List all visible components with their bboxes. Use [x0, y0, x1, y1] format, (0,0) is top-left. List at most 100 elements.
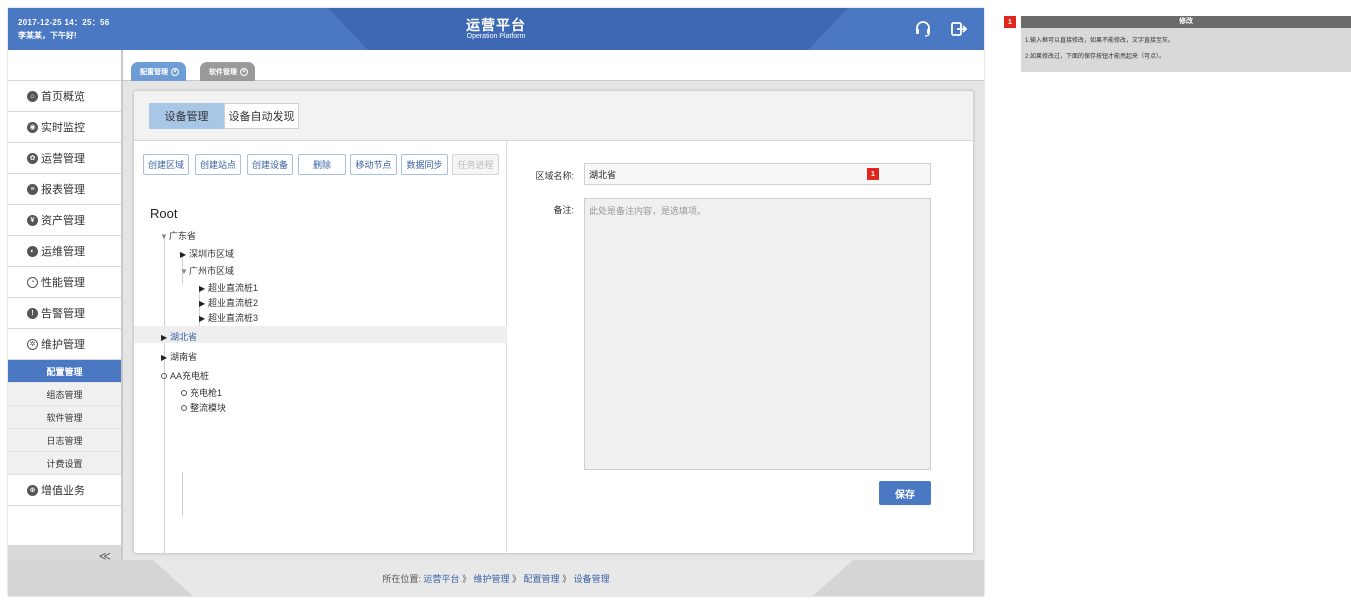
tree-guide-line	[164, 236, 165, 553]
delete-button[interactable]: 删除	[298, 154, 346, 175]
tree-node-label: AA充电桩	[170, 371, 210, 381]
sidebar-item-label: 资产管理	[41, 215, 85, 227]
tree-node[interactable]: ▶ 超业直流桩1	[199, 281, 258, 294]
page-tab-label: 配置管理	[140, 68, 168, 76]
annotation-badge: 1	[1004, 16, 1016, 28]
tree-node[interactable]: ▶ 湖南省	[161, 350, 197, 363]
tree-node-label: 广州市区域	[189, 266, 235, 276]
sidebar-item-label: 性能管理	[41, 277, 85, 289]
sidebar-item-upkeep[interactable]: ✲ 维护管理	[8, 329, 121, 360]
tree-node[interactable]: ▼广东省	[160, 229, 196, 242]
close-icon[interactable]: ×	[240, 67, 248, 76]
subnav-logs[interactable]: 日志管理	[8, 429, 121, 452]
tree-node[interactable]: ▶ 深圳市区域	[180, 247, 234, 260]
collapsed-arrow-icon: ▶	[180, 250, 187, 259]
annotation-note: 修改 1.输入框可以直接修改，如果不能修改，文字直接至灰。 2.如果修改过，下面…	[1021, 16, 1351, 72]
tree-node[interactable]: 整流模块	[181, 401, 226, 414]
page-tab-label: 软件管理	[209, 68, 237, 76]
value-added-icon: ⊕	[27, 484, 38, 496]
tree-node-label: 充电枪1	[190, 388, 223, 398]
collapsed-arrow-icon: ▶	[199, 284, 206, 293]
tree-node-selected[interactable]: ▶ 湖北省	[161, 330, 197, 343]
footer-bar: 所在位置: 运营平台 》 维护管理 》 配置管理 》 设备管理	[8, 560, 984, 596]
tree-node[interactable]: ▶ 超业直流桩3	[199, 311, 258, 324]
sidebar-item-alerts[interactable]: ! 告警管理	[8, 298, 121, 329]
save-button[interactable]: 保存	[879, 481, 931, 505]
sidebar-item-operations[interactable]: ✿ 运营管理	[8, 143, 121, 174]
create-region-button[interactable]: 创建区域	[143, 154, 189, 175]
sub-tab-bar: 设备管理 设备自动发现	[134, 91, 973, 141]
sidebar-item-label: 告警管理	[41, 308, 85, 320]
asset-icon: ¥	[27, 214, 38, 226]
close-icon[interactable]: ×	[171, 67, 179, 76]
breadcrumb-separator: 》	[512, 574, 522, 584]
breadcrumb-link[interactable]: 配置管理	[524, 574, 560, 584]
tree-node-label: 超业直流桩1	[208, 283, 259, 293]
sidebar-item-label: 报表管理	[41, 184, 85, 196]
sidebar-item-monitor[interactable]: ◉ 实时监控	[8, 112, 121, 143]
tree-node-label: 广东省	[169, 231, 197, 241]
monitor-icon: ◉	[27, 121, 38, 133]
tree-column: 创建区域 创建站点 创建设备 删除 移动节点 数据同步 任务进程 Root ▼广…	[134, 142, 507, 553]
sidebar-item-value-added[interactable]: ⊕ 增值业务	[8, 475, 121, 506]
tree-node-label: 深圳市区域	[189, 249, 235, 259]
breadcrumb-link[interactable]: 运营平台	[423, 574, 459, 584]
expanded-arrow-icon: ▼	[180, 267, 188, 276]
page-tab-strip: 配置管理 × 软件管理 ×	[123, 50, 984, 81]
task-progress-button[interactable]: 任务进程	[452, 154, 499, 175]
data-sync-button[interactable]: 数据同步	[401, 154, 448, 175]
subnav-billing[interactable]: 计费设置	[8, 452, 121, 475]
tree-node[interactable]: ▼广州市区域	[180, 264, 234, 277]
headset-icon[interactable]	[914, 20, 932, 38]
annotation-line: 2.如果修改过，下面的保存按钮才能亮起来（可点）。	[1025, 54, 1166, 60]
collapsed-arrow-icon: ▶	[199, 299, 206, 308]
expanded-arrow-icon: ▼	[160, 232, 168, 241]
breadcrumb-link[interactable]: 设备管理	[574, 574, 610, 584]
sidebar-item-label: 实时监控	[41, 122, 85, 134]
breadcrumb-separator: 》	[461, 574, 471, 584]
breadcrumb-link[interactable]: 维护管理	[473, 574, 509, 584]
tab-device-discovery[interactable]: 设备自动发现	[224, 103, 299, 129]
logout-icon[interactable]	[950, 20, 968, 38]
alert-icon: !	[27, 307, 38, 319]
sidebar-item-home[interactable]: ⌂ 首页概览	[8, 81, 121, 112]
sidebar-item-reports[interactable]: ≡ 报表管理	[8, 174, 121, 205]
tree-node-label: 整流模块	[190, 403, 227, 413]
page-tab-config[interactable]: 配置管理 ×	[131, 62, 186, 81]
home-icon: ⌂	[27, 90, 38, 102]
tree-root[interactable]: Root	[150, 206, 177, 221]
tree-node-label: 超业直流桩2	[208, 298, 259, 308]
tree-node[interactable]: AA充电桩	[161, 369, 209, 382]
breadcrumb-separator: 》	[562, 574, 572, 584]
tab-device-management[interactable]: 设备管理	[149, 103, 224, 129]
create-device-button[interactable]: 创建设备	[247, 154, 293, 175]
sidebar-item-assets[interactable]: ¥ 资产管理	[8, 205, 121, 236]
sidebar-item-maintenance-ops[interactable]: ◐ 运维管理	[8, 236, 121, 267]
breadcrumb: 所在位置: 运营平台 》 维护管理 》 配置管理 》 设备管理	[8, 572, 984, 585]
leaf-circle-icon	[181, 390, 187, 396]
app-window: 2017-12-25 14：25：56 李某某，下午好! 运营平台 Operat…	[8, 8, 984, 596]
region-name-label: 区域名称:	[535, 171, 574, 181]
collapsed-arrow-icon: ▶	[161, 333, 168, 342]
detail-form: 区域名称: 湖北省 1 备注: 此处是备注内容，是选填项。 保存	[508, 142, 973, 553]
tree-node-label: 湖北省	[170, 332, 198, 342]
sidebar-item-label: 增值业务	[41, 485, 85, 497]
gauge-icon: ◔	[27, 276, 38, 288]
create-station-button[interactable]: 创建站点	[195, 154, 241, 175]
subnav-config[interactable]: 配置管理	[8, 360, 121, 383]
subnav-software[interactable]: 软件管理	[8, 406, 121, 429]
collapsed-arrow-icon: ▶	[199, 314, 206, 323]
remark-textarea[interactable]: 此处是备注内容，是选填项。	[584, 198, 931, 470]
region-name-value: 湖北省	[589, 169, 617, 180]
tree-node[interactable]: ▶ 超业直流桩2	[199, 296, 258, 309]
sidebar-item-performance[interactable]: ◔ 性能管理	[8, 267, 121, 298]
sidebar-item-label: 维护管理	[41, 339, 85, 351]
app-title: 运营平台	[466, 17, 526, 33]
settings-icon: ✲	[27, 338, 38, 350]
main-panel: 设备管理 设备自动发现 创建区域 创建站点 创建设备 删除 移动节点 数据同步 …	[133, 90, 974, 554]
move-node-button[interactable]: 移动节点	[350, 154, 397, 175]
subnav-topology[interactable]: 组态管理	[8, 383, 121, 406]
sidebar-item-label: 运维管理	[41, 246, 85, 258]
tree-node[interactable]: 充电枪1	[181, 386, 222, 399]
page-tab-software[interactable]: 软件管理 ×	[200, 62, 255, 81]
